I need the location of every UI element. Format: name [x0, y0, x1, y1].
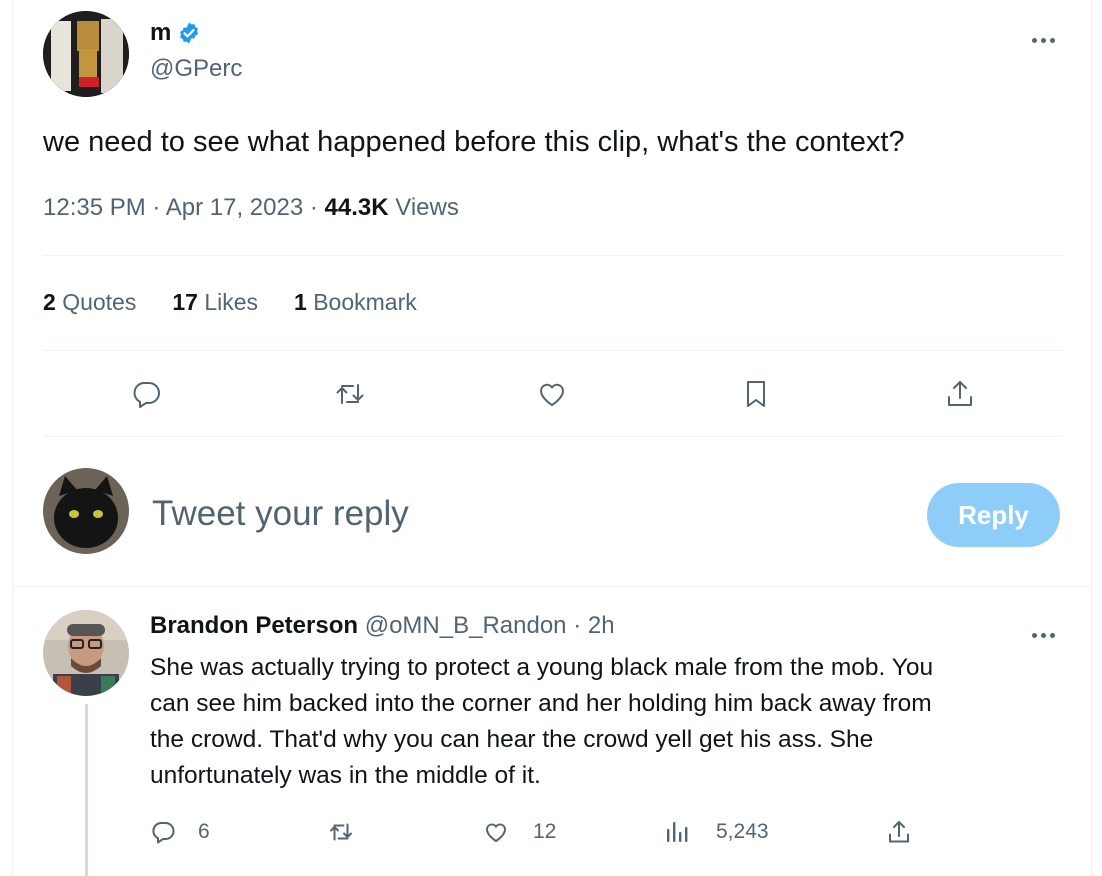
quotes-label: Quotes [62, 289, 137, 315]
divider [43, 255, 1063, 256]
separator: · [309, 194, 318, 221]
tweet-time[interactable]: 12:35 PM [43, 194, 146, 221]
author-avatar[interactable] [43, 11, 129, 97]
share-icon[interactable] [944, 378, 976, 415]
reply-like-button[interactable]: 12 [483, 819, 556, 845]
reply-time[interactable]: 2h [588, 612, 615, 639]
separator: · [573, 612, 582, 639]
quotes-count: 2 [43, 289, 56, 315]
reply-icon[interactable] [130, 378, 162, 415]
reply-count: 6 [198, 820, 210, 843]
share-icon [886, 819, 912, 845]
replier-display-name[interactable]: Brandon Peterson [150, 612, 358, 639]
replier-handle[interactable]: @oMN_B_Randon [365, 612, 567, 639]
reply-more-icon[interactable] [1030, 625, 1057, 643]
author-display-name[interactable]: m [150, 19, 171, 47]
verified-badge-icon [177, 21, 201, 45]
tweet-metadata: 12:35 PM · Apr 17, 2023 · 44.3K Views [43, 194, 459, 222]
divider [43, 436, 1063, 437]
reply-icon [150, 819, 176, 845]
likes-count: 17 [172, 289, 198, 315]
more-icon[interactable] [1030, 30, 1057, 48]
reply-text: She was actually trying to protect a you… [150, 650, 933, 794]
reply-input[interactable]: Tweet your reply [152, 494, 409, 534]
current-user-avatar[interactable] [43, 468, 129, 554]
view-count: 5,243 [716, 820, 769, 843]
bookmarks-stat[interactable]: 1 Bookmark [294, 289, 417, 316]
reply-reply-button[interactable]: 6 [150, 819, 210, 845]
reply-share-button[interactable] [886, 819, 912, 850]
reply-text-line: the crowd. That'd why you can hear the c… [150, 726, 874, 753]
retweet-icon[interactable] [334, 378, 366, 415]
reply-views-button[interactable]: 5,243 [664, 819, 769, 845]
views-count: 44.3K [324, 194, 389, 221]
thread-line [85, 704, 88, 876]
divider [12, 586, 1092, 587]
like-icon[interactable] [536, 378, 568, 415]
tweet-text: we need to see what happened before this… [43, 126, 905, 158]
tweet-date[interactable]: Apr 17, 2023 [166, 194, 303, 221]
bookmark-icon[interactable] [740, 378, 772, 415]
views-label: Views [395, 194, 459, 221]
divider [43, 350, 1063, 351]
retweet-icon [328, 819, 354, 845]
bookmarks-label: Bookmark [313, 289, 417, 315]
reply-button[interactable]: Reply [927, 483, 1060, 547]
reply-text-line: She was actually trying to protect a you… [150, 654, 934, 681]
like-count: 12 [533, 820, 557, 843]
separator: · [152, 194, 161, 221]
reply-text-line: can see him backed into the corner and h… [150, 690, 932, 717]
like-icon [483, 819, 509, 845]
likes-stat[interactable]: 17 Likes [172, 289, 258, 316]
reply-text-line: unfortunately was in the middle of it. [150, 762, 541, 789]
bookmarks-count: 1 [294, 289, 307, 315]
reply-header: Brandon Peterson @oMN_B_Randon · 2h [150, 612, 615, 640]
tweet-stats: 2 Quotes 17 Likes 1 Bookmark [43, 289, 417, 316]
views-icon [664, 819, 690, 845]
likes-label: Likes [204, 289, 259, 315]
quotes-stat[interactable]: 2 Quotes [43, 289, 136, 316]
reply-retweet-button[interactable] [328, 819, 354, 850]
author-handle[interactable]: @GPerc [150, 55, 242, 83]
replier-avatar[interactable] [43, 610, 129, 696]
